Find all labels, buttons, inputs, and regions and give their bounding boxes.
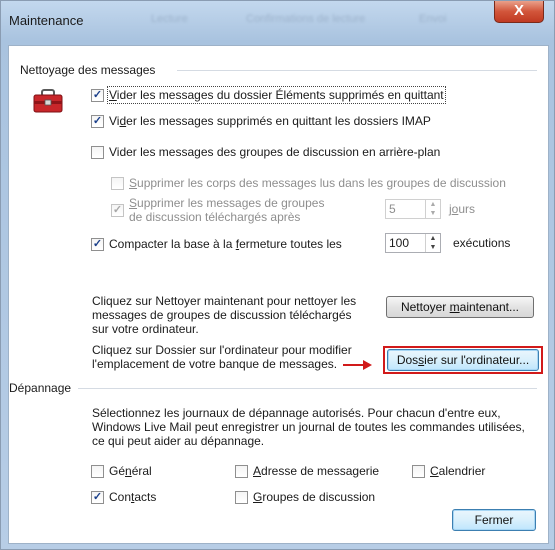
troubleshooting-description: Sélectionnez les journaux de dépannage a…: [92, 406, 525, 448]
empty-deleted-items-label: Vider les messages du dossier Éléments s…: [107, 86, 446, 104]
dialog-title: Maintenance: [9, 13, 84, 28]
purge-imap-label: Vider les messages supprimés en quittant…: [109, 114, 431, 128]
delete-newsgroup-messages-label: Supprimer les messages de groupes de dis…: [129, 196, 325, 224]
log-mail-checkbox[interactable]: [235, 464, 248, 478]
background-tab-send: Envoi: [419, 13, 447, 25]
purge-imap-checkbox[interactable]: ✓: [91, 114, 104, 128]
log-mail-label: Adresse de messagerie: [253, 464, 380, 478]
maintenance-dialog: Maintenance Lecture Confirmations de lec…: [0, 0, 555, 550]
arrow-right-icon: [363, 360, 372, 370]
delete-message-bodies-option[interactable]: Supprimer les corps des messages lus dan…: [111, 176, 506, 190]
log-calendar-option[interactable]: Calendrier: [412, 464, 485, 478]
delete-after-days-spinner[interactable]: 5 ▲ ▼: [385, 199, 441, 219]
empty-deleted-items-checkbox[interactable]: ✓: [91, 88, 104, 102]
log-calendar-label: Calendrier: [430, 464, 486, 478]
empty-newsgroups-checkbox[interactable]: [91, 145, 104, 159]
log-newsgroups-checkbox[interactable]: [235, 490, 248, 504]
toolbox-icon: [33, 89, 63, 113]
log-contacts-checkbox[interactable]: ✓: [91, 490, 104, 504]
title-bar: Maintenance Lecture Confirmations de lec…: [1, 1, 554, 39]
clean-now-description: Cliquez sur Nettoyer maintenant pour net…: [92, 294, 357, 336]
log-general-checkbox[interactable]: [91, 464, 104, 478]
compact-database-checkbox[interactable]: ✓: [91, 237, 104, 251]
log-contacts-label: Contacts: [109, 490, 157, 504]
compact-unit-label: exécutions: [453, 236, 511, 250]
background-tab-read: Lecture: [151, 13, 188, 25]
log-contacts-option[interactable]: ✓ Contacts: [91, 490, 156, 504]
cleanup-section-heading: Nettoyage des messages: [20, 63, 156, 77]
spinner-arrows-icon[interactable]: ▲ ▼: [425, 234, 440, 252]
delete-message-bodies-label: Supprimer les corps des messages lus dan…: [129, 176, 506, 190]
compact-database-label: Compacter la base à la fermeture toutes …: [109, 237, 342, 251]
delete-after-days-value: 5: [389, 202, 396, 216]
delete-message-bodies-checkbox[interactable]: [111, 176, 124, 190]
highlight-arrow: [343, 364, 365, 366]
purge-imap-option[interactable]: ✓ Vider les messages supprimés en quitta…: [91, 114, 431, 128]
log-mail-option[interactable]: Adresse de messagerie: [235, 464, 379, 478]
compact-interval-spinner[interactable]: 100 ▲ ▼: [385, 233, 441, 253]
compact-interval-value[interactable]: 100: [386, 234, 425, 252]
close-button[interactable]: Fermer: [452, 509, 536, 531]
dialog-content: Nettoyage des messages ✓ Vider les messa…: [8, 45, 549, 544]
log-calendar-checkbox[interactable]: [412, 464, 425, 478]
cleanup-divider: [177, 70, 537, 71]
close-window-button[interactable]: X: [494, 1, 544, 23]
troubleshooting-section-heading: Dépannage: [9, 381, 72, 395]
spinner-arrows-icon[interactable]: ▲ ▼: [425, 200, 440, 218]
troubleshooting-divider: [78, 388, 537, 389]
log-newsgroups-label: Groupes de discussion: [253, 490, 376, 504]
compact-database-option[interactable]: ✓ Compacter la base à la fermeture toute…: [91, 237, 342, 251]
delete-newsgroup-messages-checkbox[interactable]: ✓: [111, 204, 124, 217]
empty-deleted-items-option[interactable]: ✓ Vider les messages du dossier Éléments…: [91, 86, 446, 104]
log-newsgroups-option[interactable]: Groupes de discussion: [235, 490, 375, 504]
empty-newsgroups-option[interactable]: Vider les messages des groupes de discus…: [91, 145, 440, 159]
store-folder-button[interactable]: Dossier sur l'ordinateur...: [387, 349, 539, 371]
days-unit-label: jours: [449, 202, 476, 216]
store-folder-description: Cliquez sur Dossier sur l'ordinateur pou…: [92, 343, 352, 371]
clean-now-button[interactable]: Nettoyer maintenant...: [386, 296, 534, 318]
close-icon: X: [513, 2, 524, 19]
empty-newsgroups-label: Vider les messages des groupes de discus…: [109, 145, 441, 159]
background-tab-receipts: Confirmations de lecture: [246, 13, 366, 25]
log-general-label: Général: [109, 464, 152, 478]
log-general-option[interactable]: Général: [91, 464, 152, 478]
